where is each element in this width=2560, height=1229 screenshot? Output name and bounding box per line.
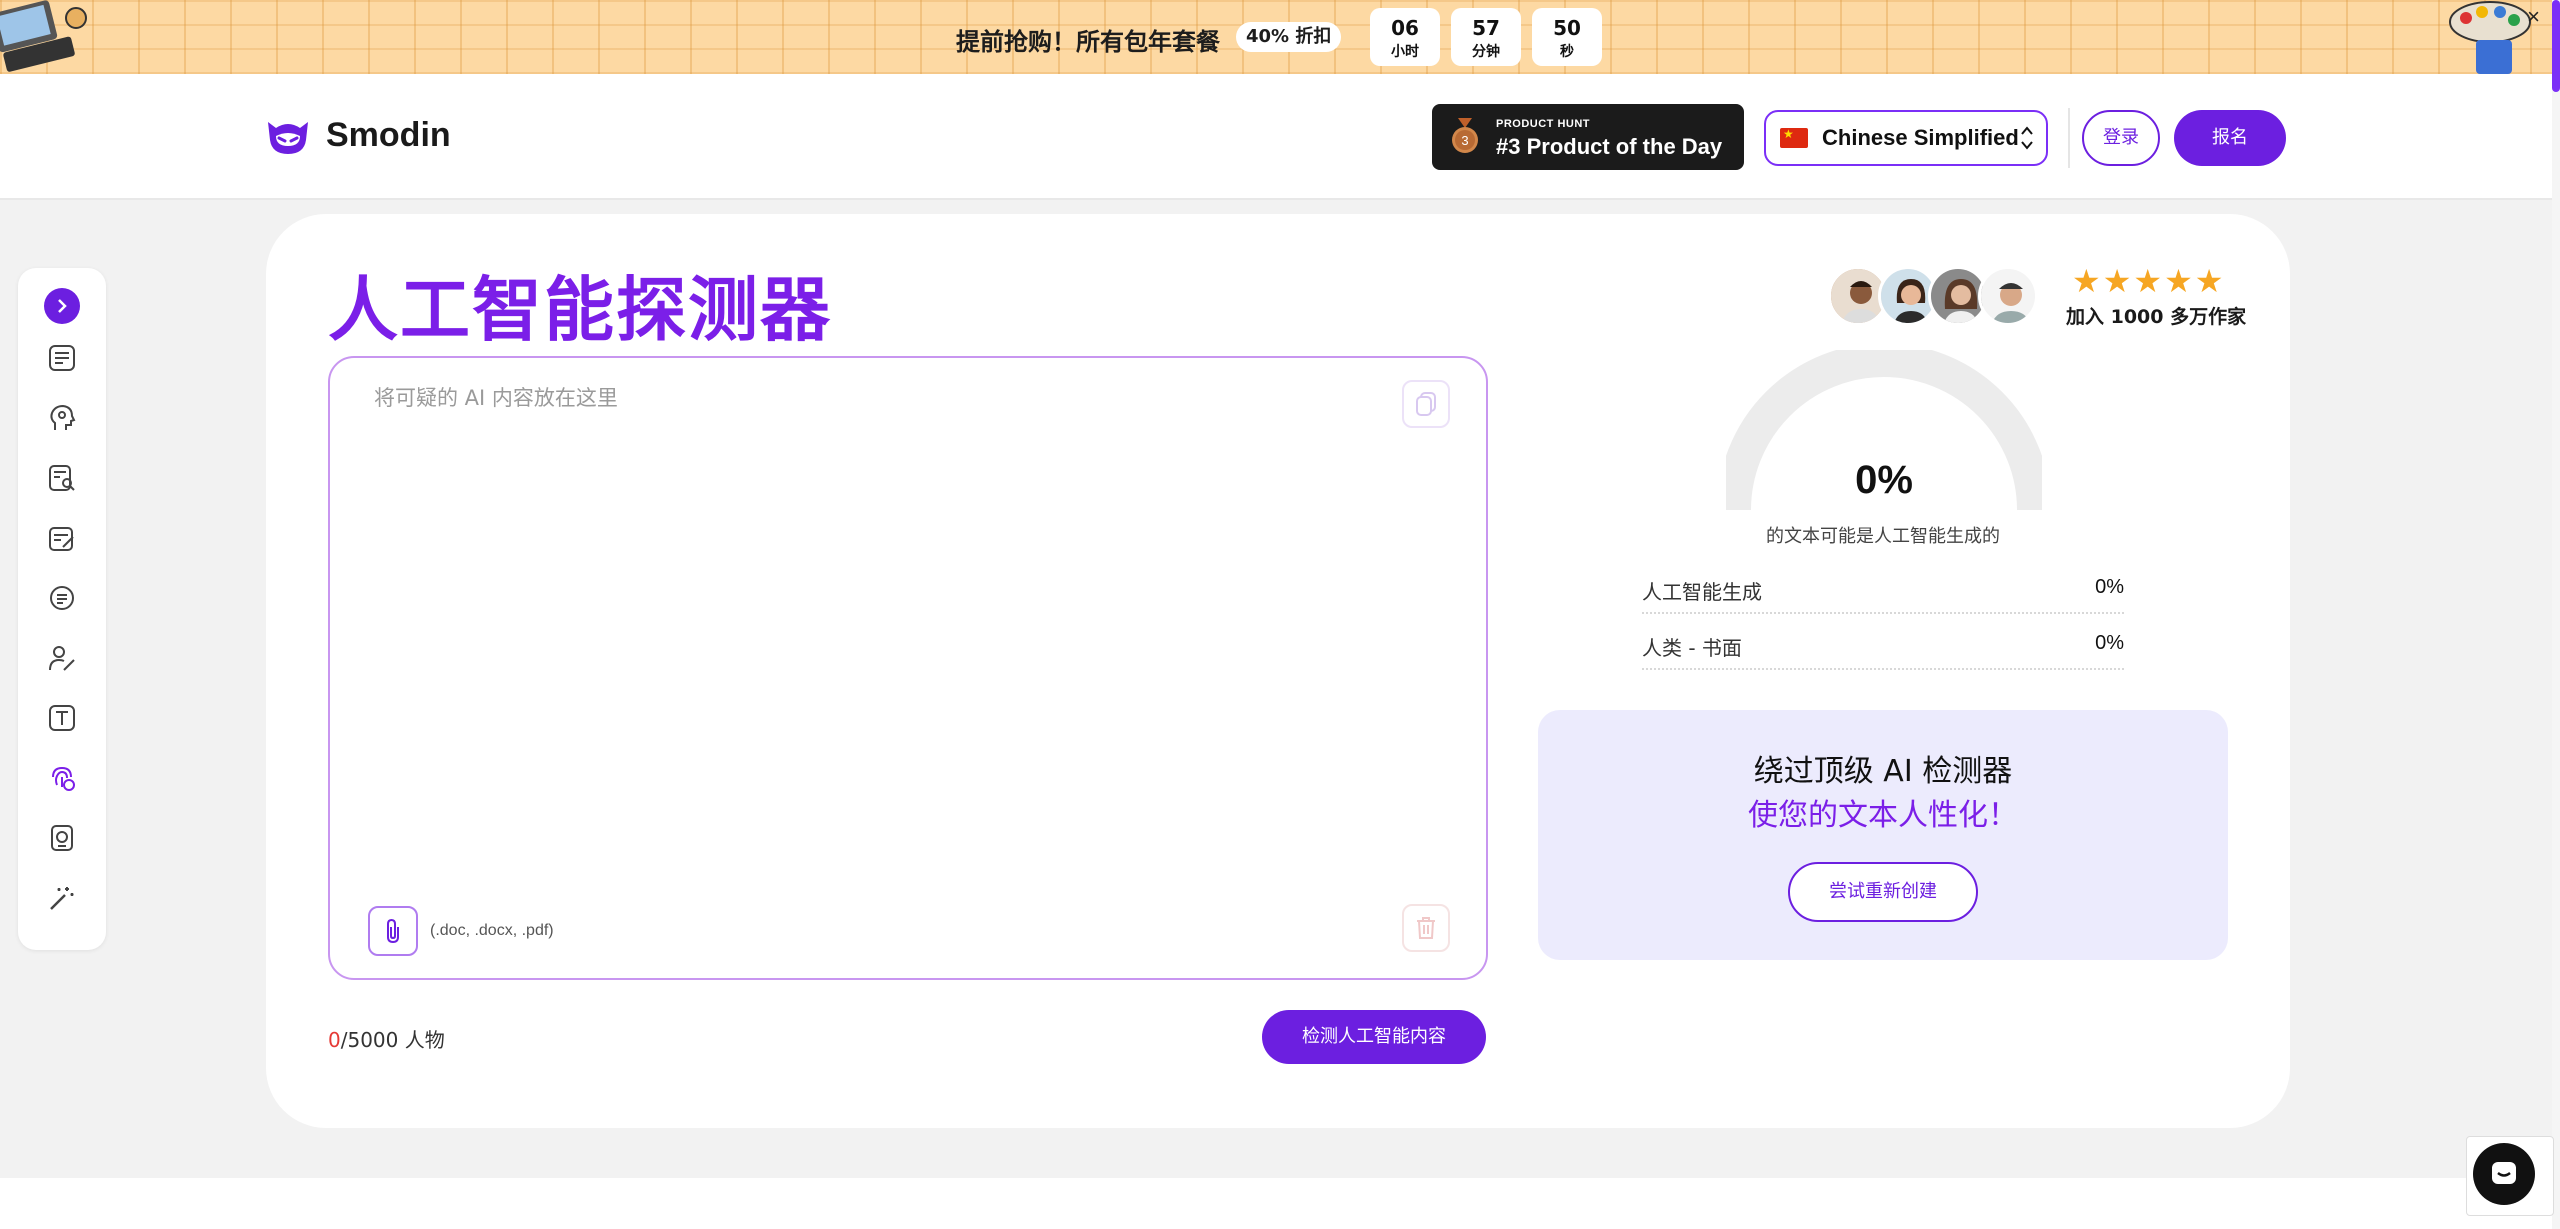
stat-value-human: 0%: [2095, 632, 2124, 654]
character-count-current: 0: [328, 1028, 341, 1052]
chevron-updown-icon: [2020, 124, 2034, 155]
china-flag-icon: [1780, 127, 1808, 148]
signup-button[interactable]: 报名: [2174, 110, 2286, 166]
timer-hours-value: 06: [1391, 16, 1419, 40]
tool-sidebar: [18, 268, 106, 950]
timer-seconds-unit: 秒: [1560, 44, 1574, 60]
paperclip-icon: [387, 918, 399, 944]
scrollbar[interactable]: [2552, 0, 2560, 1229]
medal-icon: 3: [1452, 118, 1478, 153]
scrollbar-thumb[interactable]: [2552, 0, 2560, 92]
sidebar-item-ai-chat[interactable]: [42, 398, 82, 438]
login-button[interactable]: 登录: [2082, 110, 2160, 166]
head-icon: [50, 404, 76, 430]
smodin-logo-icon: [268, 122, 308, 154]
page-title: 人工智能探测器: [328, 268, 832, 351]
input-placeholder: 将可疑的 AI 内容放在这里: [374, 386, 618, 410]
clear-button[interactable]: [1402, 904, 1450, 952]
discount-badge: 40% 折扣: [1236, 22, 1342, 52]
site-header: Smodin 3 PRODUCT HUNT #3 Product of the …: [0, 74, 2560, 200]
chat-widget[interactable]: [2466, 1136, 2554, 1216]
promo-close-button[interactable]: ×: [2527, 4, 2540, 30]
chat-launcher-icon[interactable]: [2473, 1143, 2535, 1205]
ai-score-percent: 0%: [1855, 458, 1913, 502]
timer-seconds: 50 秒: [1532, 8, 1602, 66]
footer-strip: [0, 1178, 2552, 1229]
humanize-title: 绕过顶级 AI 检测器: [1753, 754, 2013, 789]
magic-wand-icon: [50, 887, 74, 910]
stat-label-ai: 人工智能生成: [1642, 580, 1762, 604]
timer-minutes-value: 57: [1472, 16, 1500, 40]
timer-hours: 06 小时: [1370, 8, 1440, 66]
chevron-right-icon: [44, 288, 80, 324]
sidebar-item-ai-detector[interactable]: [42, 758, 82, 798]
header-divider: [2068, 108, 2070, 168]
humanize-promo-card: 绕过顶级 AI 检测器 使您的文本人性化！ 尝试重新创建: [1538, 710, 2228, 960]
chat-icon: [50, 586, 74, 610]
sidebar-item-grader[interactable]: [42, 818, 82, 858]
promo-text: 提前抢购！所有包年套餐: [956, 28, 1220, 56]
sidebar-item-author[interactable]: [42, 638, 82, 678]
logo-text: Smodin: [326, 115, 451, 154]
sidebar-expand-button[interactable]: [42, 286, 82, 326]
laptop-illustration-icon: [0, 0, 87, 72]
avatar: [1978, 266, 2038, 326]
timer-minutes-unit: 分钟: [1472, 44, 1500, 60]
stat-value-ai: 0%: [2095, 576, 2124, 598]
character-count: 0/5000 人物: [328, 1024, 445, 1053]
product-hunt-rank: #3 Product of the Day: [1496, 134, 1723, 159]
medal-rank: 3: [1461, 133, 1468, 148]
detect-ai-button[interactable]: 检测人工智能内容: [1262, 1010, 1486, 1064]
sidebar-item-plagiarism[interactable]: [42, 458, 82, 498]
promo-banner: 提前抢购！所有包年套餐 40% 折扣 06 小时 57 分钟 50 秒 ×: [0, 0, 2560, 74]
product-hunt-badge[interactable]: 3 PRODUCT HUNT #3 Product of the Day: [1432, 104, 1744, 170]
rating-stars: ★★★★★: [2072, 263, 2226, 299]
stat-row-human: 人类 - 书面 0%: [1642, 618, 2124, 670]
sidebar-item-summarizer[interactable]: [42, 578, 82, 618]
timer-minutes: 57 分钟: [1451, 8, 1521, 66]
timer-hours-unit: 小时: [1391, 44, 1419, 60]
text-input-area[interactable]: 将可疑的 AI 内容放在这里 (.doc, .docx, .pdf): [328, 356, 1488, 980]
sidebar-item-magic[interactable]: [42, 878, 82, 918]
logo[interactable]: Smodin: [264, 114, 451, 156]
sidebar-item-writer[interactable]: [42, 518, 82, 558]
ai-score-caption: 的文本可能是人工智能生成的: [1766, 526, 2000, 547]
sidebar-item-rewriter[interactable]: [42, 338, 82, 378]
search-document-icon: [49, 465, 75, 491]
grade-badge-icon: [51, 825, 73, 851]
product-hunt-label: PRODUCT HUNT: [1496, 118, 1590, 130]
upload-file-button[interactable]: [368, 906, 418, 956]
character-count-limit: /5000 人物: [340, 1028, 445, 1052]
sidebar-item-text[interactable]: [42, 698, 82, 738]
humanize-subtitle: 使您的文本人性化！: [1748, 798, 2018, 833]
document-icon: [49, 345, 75, 371]
try-rewrite-button[interactable]: 尝试重新创建: [1788, 862, 1978, 922]
writer-avatars: [1828, 266, 2048, 328]
trash-icon: [1417, 917, 1435, 939]
person-pen-icon: [49, 646, 75, 671]
stat-label-human: 人类 - 书面: [1642, 636, 1742, 660]
stat-row-ai: 人工智能生成 0%: [1642, 562, 2124, 614]
fingerprint-icon: [52, 766, 75, 791]
copy-icon: [1416, 392, 1436, 416]
text-icon: [49, 705, 75, 731]
accepted-file-types: (.doc, .docx, .pdf): [430, 922, 554, 939]
language-select[interactable]: Chinese Simplified: [1764, 110, 2048, 166]
join-writers-text: 加入 1000 多万作家: [2066, 306, 2247, 328]
edit-document-icon: [49, 527, 74, 551]
paste-button[interactable]: [1402, 380, 1450, 428]
timer-seconds-value: 50: [1553, 16, 1581, 40]
language-label: Chinese Simplified: [1822, 125, 2019, 150]
